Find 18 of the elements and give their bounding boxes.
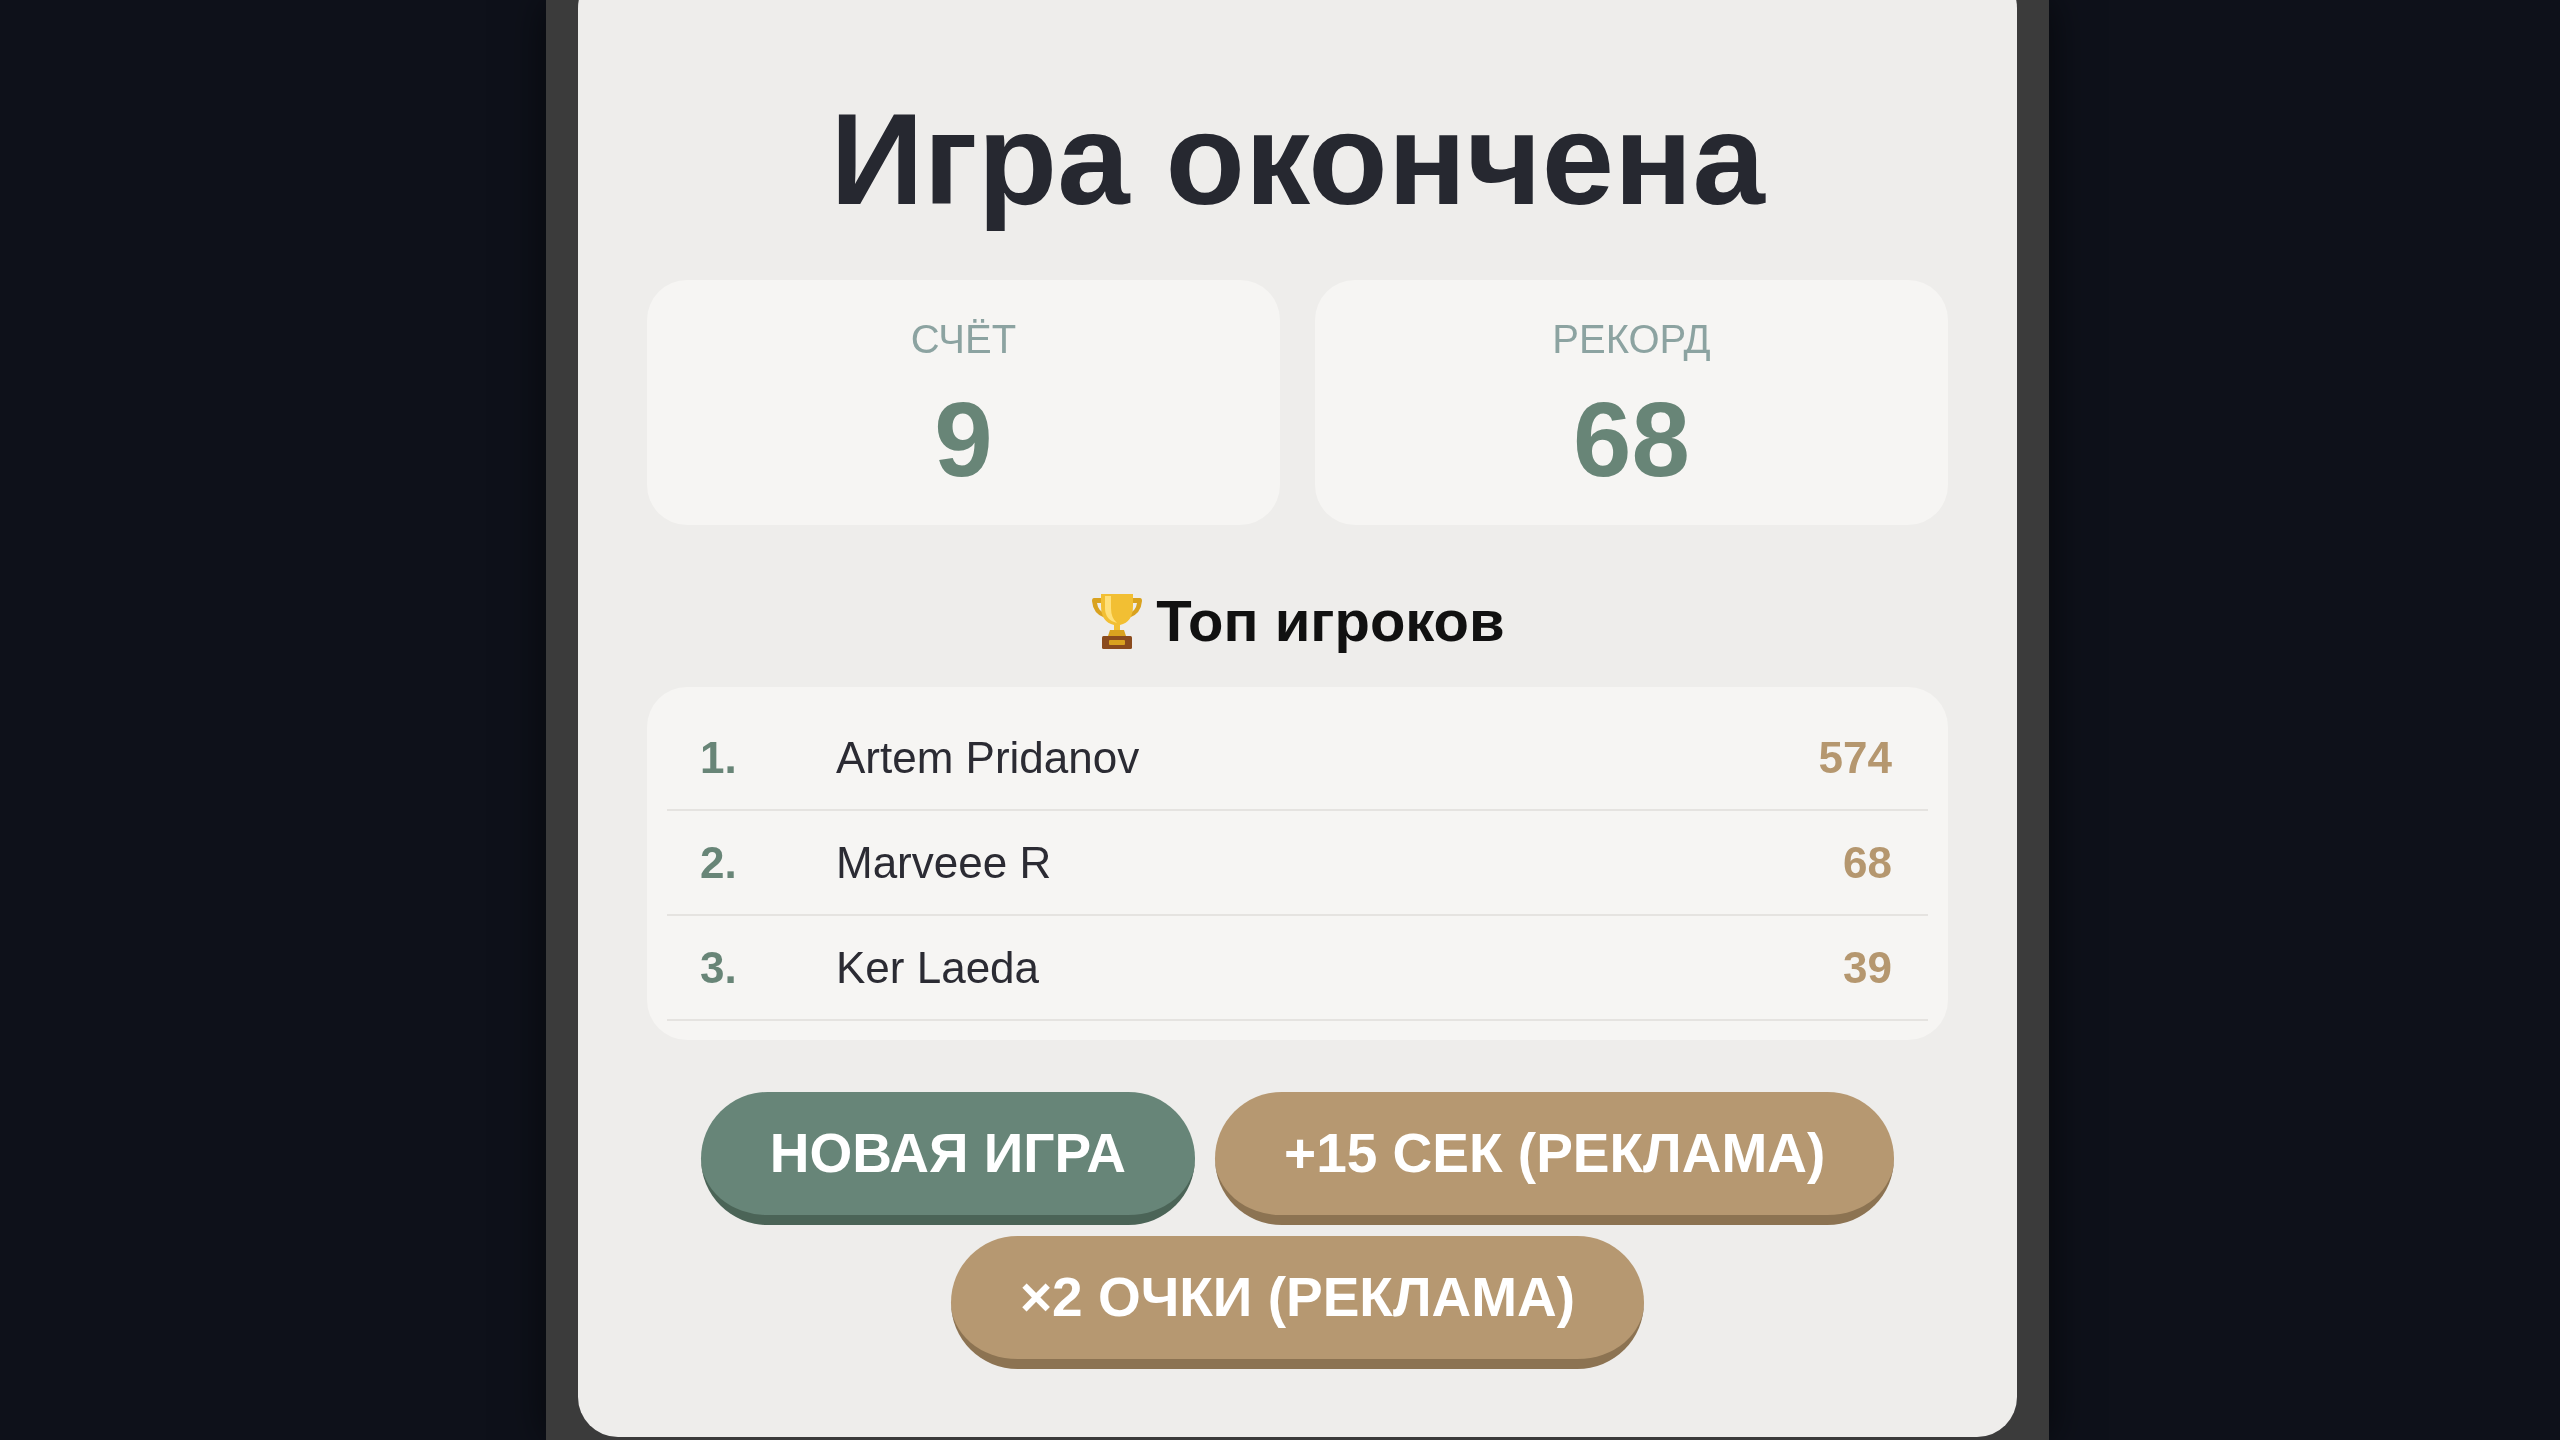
player-name: Marveee R (836, 840, 1053, 885)
player-rank: 3. (700, 945, 738, 990)
trophy-icon (1090, 592, 1145, 650)
game-over-title: Игра окончена (829, 85, 1767, 234)
player-name: Ker Laeda (836, 945, 1041, 990)
stat-value: 68 (1573, 387, 1690, 492)
ad-bonus-button[interactable]: +15 СЕК (РЕКЛАМА) (1215, 1092, 1895, 1225)
stat-value: 9 (934, 387, 993, 492)
new-game-button[interactable]: НОВАЯ ИГРА (700, 1092, 1195, 1225)
ad-bonus-button[interactable]: ×2 ОЧКИ (РЕКЛАМА) (950, 1236, 1645, 1369)
stat-label: РЕКОРД (1552, 319, 1711, 359)
player-rank: 1. (700, 735, 738, 780)
player-rank: 2. (700, 840, 738, 885)
player-score: 68 (1843, 840, 1892, 885)
player-score: 39 (1843, 945, 1892, 990)
player-name: Artem Pridanov (836, 735, 1141, 780)
stat-label: СЧЁТ (910, 319, 1017, 359)
player-score: 574 (1818, 735, 1892, 780)
